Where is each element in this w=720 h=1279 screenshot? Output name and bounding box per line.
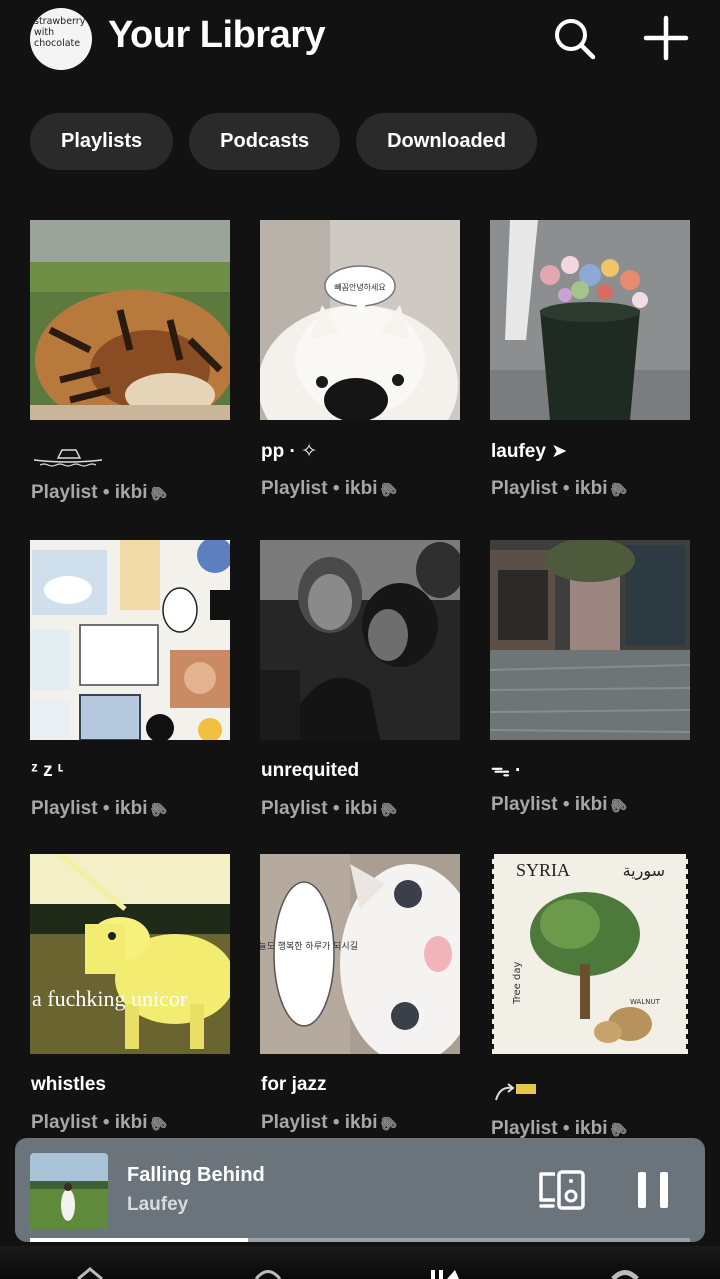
paperclip-icon: 🖇	[606, 477, 630, 501]
playlist-card[interactable]: Playlist • ikbi🖇	[30, 220, 230, 504]
paperclip-icon: 🖇	[606, 793, 630, 817]
stamp-side-text: Tree day	[512, 962, 523, 1005]
playlist-title: unrequited	[261, 760, 360, 781]
playback-progress[interactable]	[30, 1238, 690, 1242]
playback-progress-fill	[30, 1238, 248, 1242]
filter-chip-downloaded[interactable]: Downloaded	[356, 113, 537, 170]
stamp-title: SYRIA	[516, 860, 570, 880]
paperclip-icon: 🖇	[376, 797, 400, 821]
dog-bubble-text: 빼꼼안녕하세요	[334, 282, 386, 292]
pause-icon[interactable]	[635, 1170, 671, 1210]
search-nav-icon[interactable]	[248, 1266, 288, 1279]
playlist-card[interactable]: ᶻ z ᶫ Playlist • ikbi🖇	[30, 540, 230, 820]
playlist-cover-rain	[490, 540, 690, 740]
avatar-text: strawberry with chocolate	[34, 16, 86, 49]
now-playing-bar[interactable]: Falling Behind Laufey	[15, 1138, 705, 1242]
search-icon[interactable]	[548, 12, 600, 64]
ship-icon	[33, 449, 103, 467]
cat-bubble-text: 오늘도 행복한 하루가 되시길	[260, 940, 358, 952]
paperclip-icon: 🖇	[376, 1111, 400, 1135]
playlist-subtitle: Playlist • ikbi🖇	[491, 793, 630, 817]
playlist-subtitle: Playlist • ikbi🖇	[31, 797, 170, 821]
playlist-card[interactable]: laufey ➤ Playlist • ikbi🖇	[490, 220, 690, 500]
playlist-subtitle: Playlist • ikbi🖇	[491, 477, 630, 501]
premium-nav-icon[interactable]	[605, 1266, 645, 1279]
playlist-cover-unicorn: a fuchking unicor	[30, 854, 230, 1054]
playlist-subtitle: Playlist • ikbi🖇	[261, 477, 400, 501]
playlist-card[interactable]: unrequited Playlist • ikbi🖇	[260, 540, 460, 820]
arrow-sticker-icon	[495, 1083, 536, 1101]
playlist-card[interactable]: ᯓ · Playlist • ikbi🖇	[490, 540, 690, 816]
stamp-arabic: سورية	[623, 861, 665, 881]
filter-chip-playlists[interactable]: Playlists	[30, 113, 174, 170]
playlist-subtitle: Playlist • ikbi🖇	[491, 1117, 630, 1141]
playlist-title: for jazz	[261, 1074, 327, 1095]
playlist-cover-stamp: SYRIA سورية Tree day WALNUT	[490, 854, 690, 1054]
playlist-cover-dog: 빼꼼안녕하세요	[260, 220, 460, 420]
playlist-cover-flowers	[490, 220, 690, 420]
paperclip-icon: 🖇	[376, 477, 400, 501]
playlist-card[interactable]: 빼꼼안녕하세요 pp · ✧ Playlist • ikbi🖇	[260, 220, 460, 500]
playlist-title: ᶻ z ᶫ	[31, 760, 64, 781]
playlist-title: whistles	[31, 1074, 106, 1095]
playlist-subtitle: Playlist • ikbi🖇	[31, 1111, 170, 1135]
playlist-title: laufey ➤	[491, 441, 568, 462]
home-icon[interactable]	[70, 1266, 110, 1279]
paperclip-icon: 🖇	[146, 481, 170, 505]
library-header: strawberry with chocolate Your Library P…	[0, 0, 720, 205]
playlist-card[interactable]: a fuchking unicor whistles Playlist • ik…	[30, 854, 230, 1134]
paperclip-icon: 🖇	[146, 1111, 170, 1135]
bottom-nav	[0, 1246, 720, 1279]
paperclip-icon: 🖇	[146, 797, 170, 821]
profile-avatar[interactable]: strawberry with chocolate	[30, 8, 92, 70]
playlist-subtitle: Playlist • ikbi🖇	[261, 797, 400, 821]
playlist-cover-tiger	[30, 220, 230, 420]
plus-icon[interactable]	[640, 12, 692, 64]
filter-chips: Playlists Podcasts Downloaded	[30, 113, 537, 170]
track-artist: Laufey	[127, 1194, 189, 1215]
playlist-cover-cat: 오늘도 행복한 하루가 되시길	[260, 854, 460, 1054]
library-nav-icon[interactable]	[425, 1266, 465, 1279]
playlist-subtitle: Playlist • ikbi🖇	[31, 481, 170, 505]
stamp-walnut-text: WALNUT	[630, 998, 661, 1006]
connect-device-icon[interactable]	[535, 1168, 587, 1212]
playlist-subtitle: Playlist • ikbi🖇	[261, 1111, 400, 1135]
unicorn-caption: a fuchking unicor	[32, 986, 188, 1011]
playlist-title: pp · ✧	[261, 441, 318, 462]
filter-chip-podcasts[interactable]: Podcasts	[189, 113, 341, 170]
playlist-title: ᯓ ·	[491, 760, 522, 781]
playlist-card[interactable]: 오늘도 행복한 하루가 되시길 for jazz Playlist • ikbi…	[260, 854, 460, 1134]
playlist-cover-bus	[260, 540, 460, 740]
playlist-card[interactable]: SYRIA سورية Tree day WALNUT Playlist • i…	[490, 854, 690, 1140]
track-title: Falling Behind	[127, 1164, 265, 1186]
page-title: Your Library	[108, 14, 326, 56]
now-playing-cover	[30, 1153, 108, 1229]
playlist-cover-collage	[30, 540, 230, 740]
